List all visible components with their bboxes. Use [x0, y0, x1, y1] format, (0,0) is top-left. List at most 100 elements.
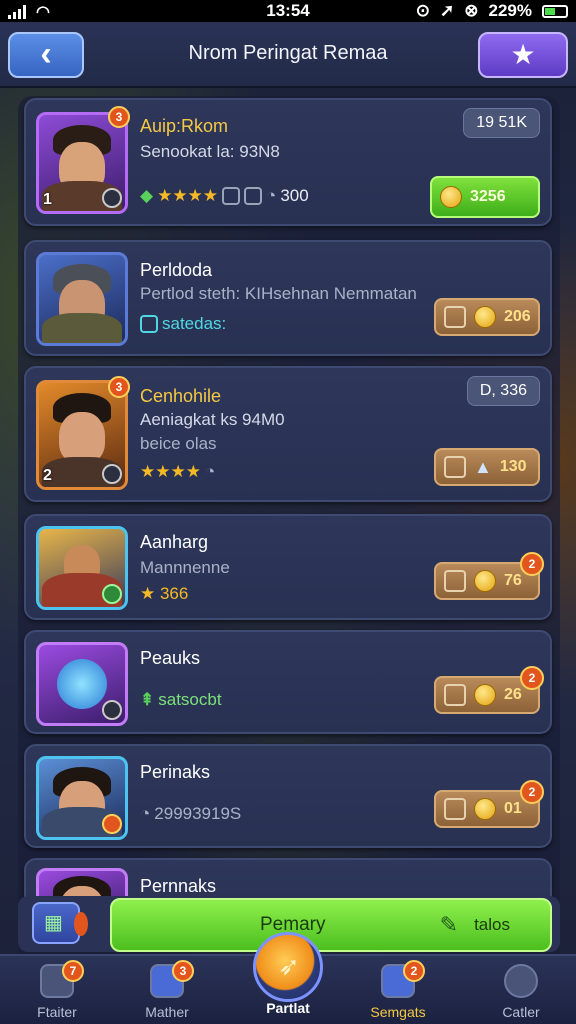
timer-icon: ◔ — [266, 186, 277, 205]
rank-chip-icon — [102, 700, 122, 720]
list-item[interactable]: Perinaks ◔ 29993919S 01 2 — [24, 744, 552, 848]
list-item[interactable]: Peauks ⇞ satsocbt 26 2 — [24, 630, 552, 734]
coin-icon — [474, 570, 496, 592]
hero-level: 1 — [43, 191, 52, 208]
hero-rating: ◆ ★★★★ ◔ 300 — [140, 186, 309, 206]
status-label: satsocbt — [158, 690, 222, 709]
checkbox-icon — [444, 684, 466, 706]
checkbox-icon — [444, 306, 466, 328]
map-icon: ▦ — [44, 912, 63, 934]
hero-detail-row: ◔ 29993919S — [140, 804, 241, 824]
power-tag: 19 51K — [463, 108, 540, 138]
notification-badge: 2 — [520, 552, 544, 576]
hero-rating: ★ 366 — [140, 584, 188, 604]
notification-badge: 2 — [520, 666, 544, 690]
buy-button[interactable]: 206 — [434, 298, 540, 336]
hero-detail: Pertlod steth: KIHsehnan Nemmatan — [140, 284, 417, 303]
back-button[interactable]: ‹ — [8, 32, 84, 78]
tab-settings[interactable]: Catler — [466, 962, 576, 1024]
badge-dot — [74, 912, 88, 936]
timer-icon: ◔ — [204, 462, 216, 481]
hero-portrait — [36, 526, 128, 610]
page-title: Nrom Peringat Remaa — [188, 42, 388, 64]
hero-name: Perldoda — [140, 260, 213, 280]
equipment-icon — [222, 187, 241, 205]
tab-heroes[interactable]: 3 Mather — [112, 960, 222, 1024]
star-icon: ★ — [510, 39, 536, 70]
timer-icon: ◔ — [140, 804, 151, 823]
battery-percent: 229% — [488, 1, 532, 20]
battle-icon: ➶ — [278, 951, 300, 981]
price-label: 3256 — [470, 188, 506, 205]
inventory-button[interactable]: ▦ — [32, 902, 88, 944]
buy-button[interactable]: ▲ 130 — [434, 448, 540, 486]
star-score: ★ 366 — [140, 584, 189, 603]
potion-icon: ▲ — [474, 456, 492, 477]
list-item[interactable]: Aanharg Mannnenne ★ 366 76 2 — [24, 514, 552, 620]
tab-badge: 7 — [62, 960, 84, 982]
tab-shop[interactable]: 2 Semgats — [343, 960, 453, 1024]
back-arrow-icon: ‹ — [40, 35, 52, 73]
tab-label: Ftaiter — [37, 1004, 77, 1020]
hero-status: satedas: — [140, 314, 226, 334]
notification-badge: 2 — [520, 780, 544, 804]
buy-button[interactable]: 01 2 — [434, 780, 544, 828]
tab-label: Partlat — [266, 1000, 310, 1016]
hero-name: Cenhohile — [140, 386, 222, 406]
buy-button[interactable]: 3256 — [430, 176, 540, 218]
hero-subdetail: beice olas — [140, 434, 217, 453]
tab-label: Catler — [502, 1004, 540, 1020]
hero-rating: ★★★★ ◔ — [140, 462, 215, 482]
coin-icon — [474, 798, 496, 820]
shop-icon: 2 — [381, 960, 425, 998]
notification-badge: 3 — [108, 106, 130, 128]
price-label: 130 — [499, 458, 527, 475]
list-item[interactable]: Perldoda Pertlod steth: KIHsehnan Nemmat… — [24, 240, 552, 356]
hero-name: Perinaks — [140, 762, 211, 782]
power-tag: D, 336 — [466, 376, 540, 406]
favorite-button[interactable]: ★ — [478, 32, 568, 78]
rank-chip-icon — [102, 464, 122, 484]
hero-name: Pernnaks — [140, 876, 217, 896]
tab-battle[interactable]: ➶ — [253, 932, 323, 1002]
secondary-label: talos — [474, 915, 510, 934]
star-rating: ★★★★ — [140, 462, 201, 481]
list-item[interactable]: 1 3 Auip:Rkom Senookat la: 93N8 ◆ ★★★★ ◔… — [24, 98, 552, 226]
hero-detail: Mannnenne — [140, 558, 230, 577]
hero-level: 2 — [43, 467, 52, 484]
list-item[interactable]: 2 3 Cenhohile Aeniagkat ks 94M0 beice ol… — [24, 366, 552, 502]
status-bar: ◠ 13:54 ⊙ ➚ ⊗ 229% — [0, 0, 576, 22]
power-value: 300 — [280, 186, 309, 205]
checkbox-icon — [444, 798, 466, 820]
tab-home[interactable]: 7 Ftaiter — [2, 960, 112, 1024]
price-label: 206 — [504, 308, 531, 325]
hero-portrait — [36, 756, 128, 840]
tab-badge: 2 — [403, 960, 425, 982]
location-icon: ➚ — [440, 1, 455, 20]
hero-detail: 29993919S — [154, 804, 242, 823]
alarm-icon: ⊙ — [415, 1, 431, 20]
top-header: ‹ Nrom Peringat Remaa ★ — [0, 22, 576, 88]
item-status: ⇞ satsocbt — [140, 690, 222, 710]
item-portrait — [36, 642, 128, 726]
coin-icon — [440, 186, 462, 208]
hero-name: Auip:Rkom — [140, 116, 229, 136]
price-label: 76 — [504, 572, 522, 589]
primary-button[interactable]: Pemary ✎ talos — [110, 898, 552, 952]
hero-detail: Senookat la: 93N8 — [140, 142, 280, 161]
price-label: 26 — [504, 686, 522, 703]
rank-chip-icon — [102, 584, 122, 604]
checkbox-icon — [444, 456, 466, 478]
settings-icon: ⊗ — [464, 1, 479, 20]
upgrade-icon: ⇞ — [140, 690, 155, 709]
rank-chip-icon — [102, 814, 122, 834]
gem-icon: ◆ — [140, 186, 154, 205]
buy-button[interactable]: 26 2 — [434, 666, 544, 714]
item-name: Peauks — [140, 648, 201, 668]
compass-icon — [504, 964, 538, 998]
hero-name: Aanharg — [140, 532, 209, 552]
buy-button[interactable]: 76 2 — [434, 552, 544, 600]
checkbox-icon — [444, 570, 466, 592]
sword-icon: 3 — [150, 960, 194, 998]
tab-label: Mather — [145, 1004, 189, 1020]
